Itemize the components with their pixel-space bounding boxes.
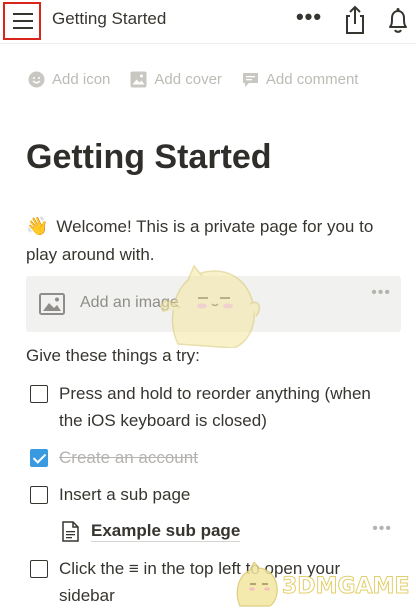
sub-page-link[interactable]: Example sub page ••• xyxy=(62,518,402,546)
share-icon xyxy=(346,5,364,34)
welcome-text: Welcome! This is a private page for you … xyxy=(26,217,374,264)
todo-item[interactable]: Press and hold to reorder anything (when… xyxy=(30,380,390,434)
try-things-subheading[interactable]: Give these things a try: xyxy=(26,346,200,366)
watermark-text: 3DMGAME xyxy=(281,574,410,600)
add-cover-label: Add cover xyxy=(154,70,222,88)
todo-checkbox[interactable] xyxy=(30,385,48,403)
todo-text: Create an account xyxy=(59,448,198,467)
comment-icon xyxy=(242,72,258,87)
more-options-button[interactable]: ••• xyxy=(294,6,324,32)
top-bar-title: Getting Started xyxy=(52,9,167,28)
sub-page-label: Example sub page xyxy=(91,521,241,542)
document-icon xyxy=(62,521,79,542)
add-comment-label: Add comment xyxy=(265,70,359,88)
welcome-paragraph[interactable]: 👋 Welcome! This is a private page for you… xyxy=(26,212,406,269)
waving-hand-emoji: 👋 xyxy=(26,216,49,236)
hamburger-icon xyxy=(13,13,33,15)
image-placeholder-icon xyxy=(39,293,65,315)
watermark-logo-icon xyxy=(236,562,278,607)
sub-page-more-icon[interactable]: ••• xyxy=(372,520,392,538)
todo-item[interactable]: Insert a sub page xyxy=(30,481,390,508)
page-actions: Add icon Add cover Add comment xyxy=(28,68,358,90)
hamburger-menu-button[interactable] xyxy=(3,2,41,40)
page-title[interactable]: Getting Started xyxy=(26,138,272,177)
todo-checkbox[interactable] xyxy=(30,560,48,578)
todo-text: Press and hold to reorder anything (when… xyxy=(59,384,371,430)
more-horizontal-icon: ••• xyxy=(295,4,323,29)
todo-text: Insert a sub page xyxy=(59,485,191,504)
todo-item[interactable]: Create an account xyxy=(30,444,390,471)
watermark: 3DMGAME xyxy=(230,562,416,610)
share-button[interactable] xyxy=(341,5,369,35)
todo-checkbox-checked[interactable] xyxy=(30,449,48,467)
top-bar: Getting Started ••• xyxy=(0,0,416,44)
add-comment-button[interactable]: Add comment xyxy=(242,68,359,90)
add-icon-button[interactable]: Add icon xyxy=(28,68,110,90)
mascot-watermark-icon xyxy=(160,264,261,348)
add-cover-button[interactable]: Add cover xyxy=(130,68,222,90)
bell-icon xyxy=(389,8,407,33)
image-icon xyxy=(130,71,147,87)
smiley-icon xyxy=(28,71,45,87)
block-more-icon[interactable]: ••• xyxy=(371,284,391,302)
add-icon-label: Add icon xyxy=(52,70,111,88)
todo-checkbox[interactable] xyxy=(30,486,48,504)
notifications-button[interactable] xyxy=(384,5,412,35)
